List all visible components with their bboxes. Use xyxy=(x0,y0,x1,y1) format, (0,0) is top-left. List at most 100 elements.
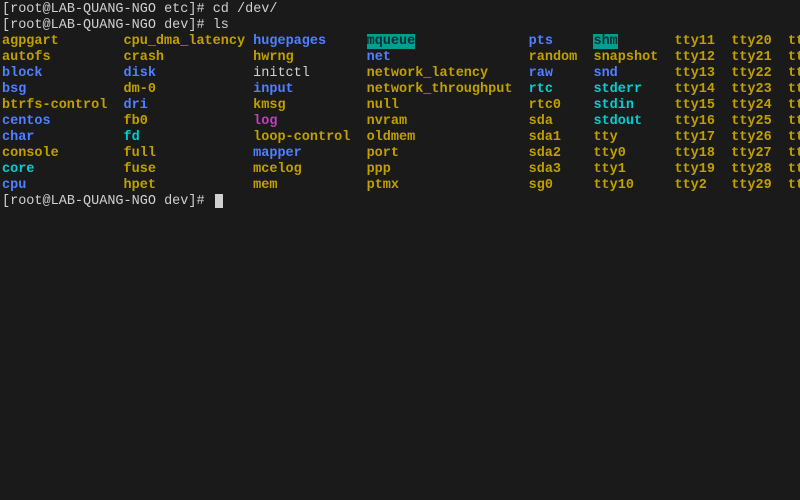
file-entry: network_throughput xyxy=(367,82,513,97)
listing-cell: tt xyxy=(788,114,800,130)
file-entry: disk xyxy=(124,66,156,81)
listing-cell: loop-control xyxy=(253,130,366,146)
listing-row: centos fb0 log nvram sda stdout tty16 tt… xyxy=(2,114,798,130)
listing-cell: tty2 xyxy=(674,178,731,194)
listing-cell: stderr xyxy=(593,82,674,98)
file-entry: cpu xyxy=(2,178,26,193)
file-entry: sda xyxy=(529,114,553,129)
file-entry: initctl xyxy=(253,66,310,81)
ls-output: agpgart cpu_dma_latency hugepages mqueue… xyxy=(2,34,798,194)
listing-cell: input xyxy=(253,82,366,98)
listing-cell: tty25 xyxy=(731,114,788,130)
listing-cell: fb0 xyxy=(124,114,254,130)
file-entry: centos xyxy=(2,114,51,129)
listing-cell: tty10 xyxy=(593,178,674,194)
listing-cell: disk xyxy=(124,66,254,82)
listing-cell: tty0 xyxy=(593,146,674,162)
file-entry: tty28 xyxy=(731,162,772,177)
listing-row: btrfs-control dri kmsg null rtc0 stdin t… xyxy=(2,98,798,114)
file-entry: agpgart xyxy=(2,34,59,49)
listing-cell: mqueue xyxy=(367,34,529,50)
file-entry: tty19 xyxy=(674,162,715,177)
file-entry: hwrng xyxy=(253,50,294,65)
listing-cell: tty16 xyxy=(675,114,732,130)
file-entry: tty20 xyxy=(731,34,772,49)
listing-cell: dri xyxy=(124,98,254,114)
file-entry: mapper xyxy=(253,146,302,161)
file-entry: tt xyxy=(788,130,800,145)
listing-cell: kmsg xyxy=(253,98,366,114)
command-2: ls xyxy=(213,18,229,34)
listing-cell: hpet xyxy=(124,178,254,194)
listing-cell: tty23 xyxy=(731,82,788,98)
listing-cell: nvram xyxy=(367,114,529,130)
listing-cell: pts xyxy=(529,34,594,50)
file-entry: tty18 xyxy=(674,146,715,161)
listing-cell: tty18 xyxy=(674,146,731,162)
file-entry: tty29 xyxy=(731,178,772,193)
listing-cell: sda3 xyxy=(529,162,594,178)
prompt-line-2: [root@LAB-QUANG-NGO dev]# ls xyxy=(2,18,798,34)
file-entry: ptmx xyxy=(367,178,399,193)
file-entry: cpu_dma_latency xyxy=(124,34,246,49)
listing-cell: rtc xyxy=(529,82,594,98)
listing-cell: crash xyxy=(124,50,254,66)
file-entry: tty21 xyxy=(731,50,772,65)
command-1: cd /dev/ xyxy=(213,2,278,18)
file-entry: tty15 xyxy=(674,98,715,113)
listing-cell: mem xyxy=(253,178,366,194)
prompt-2: [root@LAB-QUANG-NGO dev]# xyxy=(2,18,213,34)
file-entry: sda1 xyxy=(529,130,561,145)
listing-cell: fd xyxy=(124,130,254,146)
file-entry: full xyxy=(124,146,156,161)
listing-cell: full xyxy=(124,146,254,162)
prompt-3: [root@LAB-QUANG-NGO dev]# xyxy=(2,194,213,210)
file-entry: console xyxy=(2,146,59,161)
listing-cell: tty19 xyxy=(674,162,731,178)
listing-cell: tty20 xyxy=(731,34,788,50)
file-entry: tty25 xyxy=(731,114,772,129)
listing-cell: tty1 xyxy=(593,162,674,178)
file-entry: rtc0 xyxy=(529,98,561,113)
file-entry: null xyxy=(367,98,399,113)
listing-cell: tty24 xyxy=(731,98,788,114)
listing-cell: sda2 xyxy=(529,146,594,162)
file-entry: tty26 xyxy=(731,130,772,145)
listing-cell: tt xyxy=(788,146,800,162)
listing-cell: snd xyxy=(593,66,674,82)
file-entry: fuse xyxy=(124,162,156,177)
listing-cell: mcelog xyxy=(253,162,366,178)
listing-cell: hwrng xyxy=(253,50,366,66)
file-entry: block xyxy=(2,66,43,81)
file-entry: tty11 xyxy=(675,34,716,49)
file-entry: tty27 xyxy=(731,146,772,161)
file-entry: nvram xyxy=(367,114,408,129)
listing-cell: sda xyxy=(529,114,594,130)
file-entry: tt xyxy=(788,82,800,97)
file-entry: tty xyxy=(593,130,617,145)
file-entry: input xyxy=(253,82,294,97)
listing-cell: tty12 xyxy=(674,50,731,66)
prompt-line-3[interactable]: [root@LAB-QUANG-NGO dev]# xyxy=(2,194,798,210)
file-entry: tt xyxy=(788,66,800,81)
listing-cell: net xyxy=(367,50,529,66)
file-entry: tty23 xyxy=(731,82,772,97)
file-entry: tty16 xyxy=(675,114,716,129)
file-entry: fb0 xyxy=(124,114,148,129)
file-entry: tt xyxy=(788,146,800,161)
listing-cell: tty11 xyxy=(675,34,732,50)
prompt-1: [root@LAB-QUANG-NGO etc]# xyxy=(2,2,213,18)
file-entry: tty12 xyxy=(674,50,715,65)
listing-cell: stdout xyxy=(593,114,674,130)
listing-cell: tty15 xyxy=(674,98,731,114)
listing-row: cpu hpet mem ptmx sg0 tty10 tty2 tty29 t… xyxy=(2,178,798,194)
file-entry: tt xyxy=(788,50,800,65)
file-entry: shm xyxy=(593,34,617,49)
file-entry: tty24 xyxy=(731,98,772,113)
listing-cell: raw xyxy=(529,66,594,82)
file-entry: hpet xyxy=(124,178,156,193)
listing-cell: bsg xyxy=(2,82,124,98)
file-entry: char xyxy=(2,130,34,145)
file-entry: port xyxy=(367,146,399,161)
file-entry: dm-0 xyxy=(124,82,156,97)
